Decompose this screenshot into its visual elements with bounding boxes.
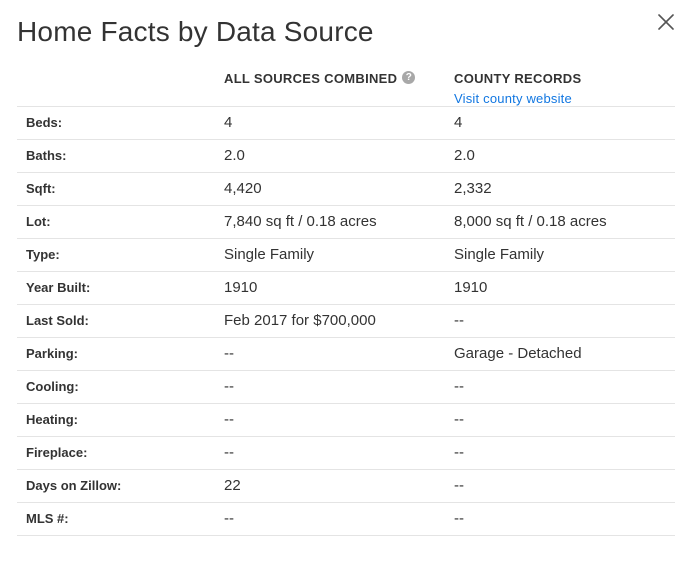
table-row: Heating: -- -- [17,404,675,437]
table-row: Baths: 2.0 2.0 [17,140,675,173]
combined-value: 1910 [224,279,258,296]
row-label: Year Built: [26,280,91,295]
combined-value: -- [224,411,234,428]
table-header-row: ALL SOURCES COMBINED ? COUNTY RECORDS Vi… [17,60,675,107]
combined-value: 2.0 [224,147,245,164]
combined-value: 7,840 sq ft / 0.18 acres [224,213,377,230]
row-label: Parking: [26,346,79,361]
table-row: Sqft: 4,420 2,332 [17,173,675,206]
county-value: Single Family [454,246,545,263]
facts-table: ALL SOURCES COMBINED ? COUNTY RECORDS Vi… [17,60,675,536]
combined-column-header: ALL SOURCES COMBINED ? [224,60,454,107]
combined-value: Feb 2017 for $700,000 [224,312,376,329]
combined-header-text: ALL SOURCES COMBINED [224,71,398,86]
table-row: MLS #: -- -- [17,503,675,536]
combined-value: 22 [224,477,241,494]
question-mark-icon[interactable]: ? [402,70,416,84]
table-row: Cooling: -- -- [17,371,675,404]
table-row: Type: Single Family Single Family [17,239,675,272]
row-label: Sqft: [26,181,56,196]
table-row: Beds: 4 4 [17,107,675,140]
close-button[interactable] [654,10,678,34]
table-row: Year Built: 1910 1910 [17,272,675,305]
row-label: Fireplace: [26,445,88,460]
combined-value: 4,420 [224,180,262,197]
home-facts-modal: Home Facts by Data Source ALL SOURCES CO… [0,0,689,566]
row-label: Cooling: [26,379,79,394]
table-row: Lot: 7,840 sq ft / 0.18 acres 8,000 sq ft … [17,206,675,239]
county-header-text: COUNTY RECORDS [454,71,582,86]
visit-county-website-link[interactable]: Visit county website [454,91,675,106]
county-value: -- [454,312,464,329]
county-value: -- [454,510,464,527]
row-label: Heating: [26,412,78,427]
row-label: Last Sold: [26,313,89,328]
row-label: Lot: [26,214,51,229]
county-value: -- [454,477,464,494]
county-value: 2.0 [454,147,475,164]
table-row: Last Sold: Feb 2017 for $700,000 -- [17,305,675,338]
combined-value: -- [224,345,234,362]
modal-title: Home Facts by Data Source [17,16,374,47]
county-value: 1910 [454,279,488,296]
close-x-icon [658,14,674,30]
county-value: -- [454,378,464,395]
row-label: Type: [26,247,60,262]
table-row: Parking: -- Garage - Detached [17,338,675,371]
county-value: -- [454,444,464,461]
row-label: Days on Zillow: [26,478,122,493]
combined-value: -- [224,510,234,527]
row-label: Beds: [26,115,63,130]
table-row: Days on Zillow: 22 -- [17,470,675,503]
county-value: 8,000 sq ft / 0.18 acres [454,213,607,230]
row-label: Baths: [26,148,67,163]
county-value: 4 [454,114,463,131]
facts-table-body: Beds: 4 4 Baths: 2.0 2.0 Sqft: 4,420 2,332 Lot: 7,… [17,107,675,536]
combined-value: 4 [224,114,233,131]
county-column-header: COUNTY RECORDS Visit county website [454,60,675,107]
combined-value: -- [224,444,234,461]
combined-value: -- [224,378,234,395]
county-value: Garage - Detached [454,345,582,362]
label-column-header [17,60,224,107]
combined-value: Single Family [224,246,315,263]
county-value: 2,332 [454,180,492,197]
row-label: MLS #: [26,511,69,526]
county-value: -- [454,411,464,428]
table-row: Fireplace: -- -- [17,437,675,470]
